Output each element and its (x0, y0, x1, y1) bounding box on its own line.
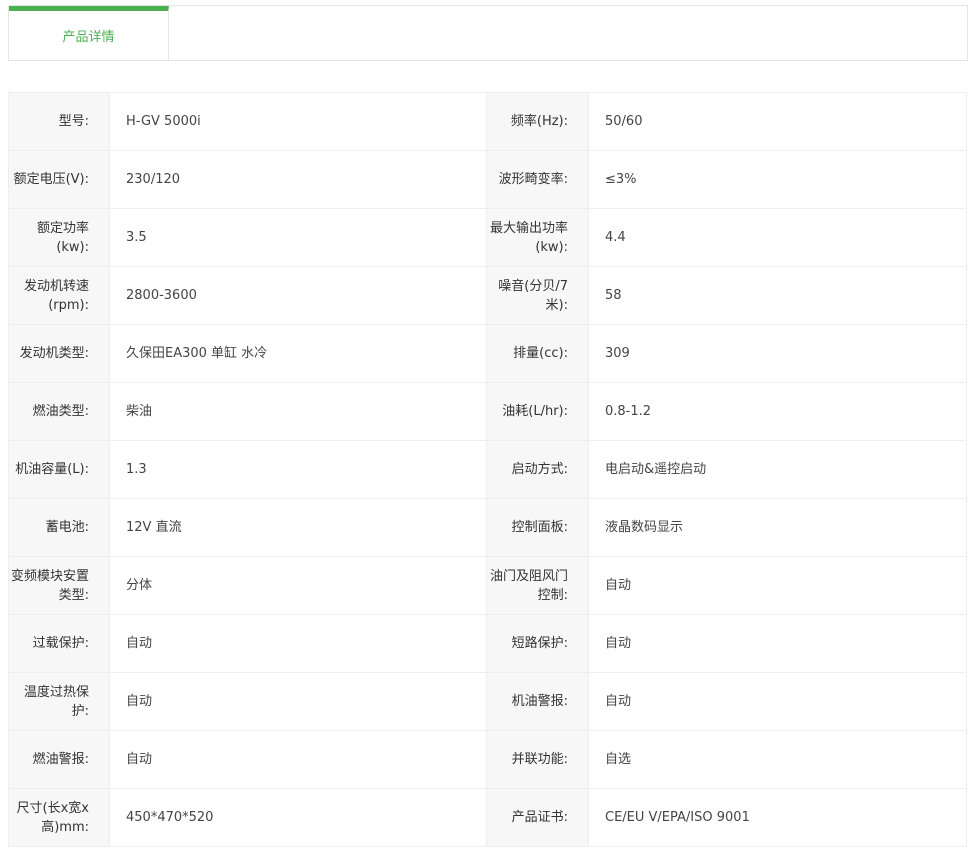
spec-value: 309 (588, 324, 967, 383)
spec-label: 蓄电池: (8, 498, 110, 557)
spec-value: 柴油 (109, 382, 487, 441)
spec-label: 燃油类型: (8, 382, 110, 441)
spec-value: 50/60 (588, 92, 967, 151)
spec-value: 0.8-1.2 (588, 382, 967, 441)
spec-label: 发动机类型: (8, 324, 110, 383)
spec-label: 产品证书: (486, 788, 589, 847)
spec-value: 分体 (109, 556, 487, 615)
tab-product-details-label: 产品详情 (62, 30, 115, 45)
spec-label: 尺寸(长x宽x高)mm: (8, 788, 110, 847)
spec-label: 短路保护: (486, 614, 589, 673)
table-row: 温度过热保护: 自动 机油警报: 自动 (8, 672, 967, 731)
spec-label: 变频模块安置类型: (8, 556, 110, 615)
spec-value: CE/EU V/EPA/ISO 9001 (588, 788, 967, 847)
spec-value: 电启动&遥控启动 (588, 440, 967, 499)
spec-value: 230/120 (109, 150, 487, 209)
table-row: 机油容量(L): 1.3 启动方式: 电启动&遥控启动 (8, 440, 967, 499)
table-row: 型号: H-GV 5000i 频率(Hz): 50/60 (8, 92, 967, 151)
spec-value: 1.3 (109, 440, 487, 499)
spec-label: 启动方式: (486, 440, 589, 499)
spec-label: 油耗(L/hr): (486, 382, 589, 441)
spec-table: 型号: H-GV 5000i 频率(Hz): 50/60 额定电压(V): 230/120… (8, 92, 967, 847)
spec-value: 3.5 (109, 208, 487, 267)
table-row: 燃油警报: 自动 并联功能: 自选 (8, 730, 967, 789)
spec-value: 液晶数码显示 (588, 498, 967, 557)
spec-label: 燃油警报: (8, 730, 110, 789)
spec-label: 控制面板: (486, 498, 589, 557)
spec-value: 2800-3600 (109, 266, 487, 325)
spec-label: 油门及阻风门控制: (486, 556, 589, 615)
spec-label: 机油容量(L): (8, 440, 110, 499)
spec-label: 并联功能: (486, 730, 589, 789)
spec-value: 自动 (109, 730, 487, 789)
spec-value: ≤3% (588, 150, 967, 209)
spec-value: H-GV 5000i (109, 92, 487, 151)
spec-label: 排量(cc): (486, 324, 589, 383)
table-row: 蓄电池: 12V 直流 控制面板: 液晶数码显示 (8, 498, 967, 557)
spec-value: 自动 (588, 556, 967, 615)
spec-label: 型号: (8, 92, 110, 151)
spec-label: 频率(Hz): (486, 92, 589, 151)
table-row: 燃油类型: 柴油 油耗(L/hr): 0.8-1.2 (8, 382, 967, 441)
spec-value: 自动 (109, 672, 487, 731)
spec-value: 自动 (109, 614, 487, 673)
spec-value: 58 (588, 266, 967, 325)
spec-label: 噪音(分贝/7米): (486, 266, 589, 325)
table-row: 尺寸(长x宽x高)mm: 450*470*520 产品证书: CE/EU V/EPA/… (8, 788, 967, 847)
spec-label: 温度过热保护: (8, 672, 110, 731)
table-row: 过载保护: 自动 短路保护: 自动 (8, 614, 967, 673)
tab-bar: 产品详情 (8, 5, 968, 61)
spec-value: 12V 直流 (109, 498, 487, 557)
spec-label: 额定电压(V): (8, 150, 110, 209)
table-row: 发动机转速(rpm): 2800-3600 噪音(分贝/7米): 58 (8, 266, 967, 325)
spec-value: 4.4 (588, 208, 967, 267)
spec-label: 过载保护: (8, 614, 110, 673)
spec-value: 久保田EA300 单缸 水冷 (109, 324, 487, 383)
spec-label: 最大输出功率(kw): (486, 208, 589, 267)
table-row: 额定电压(V): 230/120 波形畸变率: ≤3% (8, 150, 967, 209)
spec-label: 发动机转速(rpm): (8, 266, 110, 325)
table-row: 发动机类型: 久保田EA300 单缸 水冷 排量(cc): 309 (8, 324, 967, 383)
spec-value: 自动 (588, 672, 967, 731)
table-row: 变频模块安置类型: 分体 油门及阻风门控制: 自动 (8, 556, 967, 615)
spec-label: 波形畸变率: (486, 150, 589, 209)
spec-value: 450*470*520 (109, 788, 487, 847)
table-row: 额定功率(kw): 3.5 最大输出功率(kw): 4.4 (8, 208, 967, 267)
spec-value: 自选 (588, 730, 967, 789)
spec-label: 机油警报: (486, 672, 589, 731)
spec-value: 自动 (588, 614, 967, 673)
tab-product-details[interactable]: 产品详情 (9, 6, 169, 60)
spec-label: 额定功率(kw): (8, 208, 110, 267)
